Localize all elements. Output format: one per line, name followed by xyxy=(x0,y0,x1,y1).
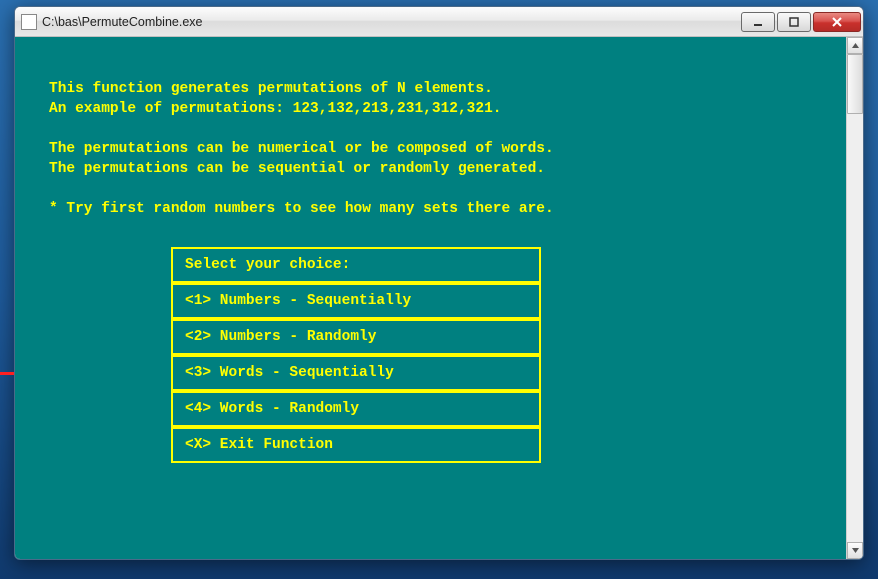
app-icon xyxy=(21,14,37,30)
menu-item-3[interactable]: <3> Words - Sequentially xyxy=(171,355,541,391)
maximize-button[interactable] xyxy=(777,12,811,32)
vertical-scrollbar[interactable] xyxy=(846,37,863,559)
window-controls xyxy=(741,12,861,32)
caret-indicator xyxy=(0,372,14,375)
choice-menu: Select your choice: <1> Numbers - Sequen… xyxy=(171,247,541,463)
content-area: This function generates permutations of … xyxy=(15,37,863,559)
scroll-down-button[interactable] xyxy=(847,542,863,559)
close-button[interactable] xyxy=(813,12,861,32)
menu-item-4[interactable]: <4> Words - Randomly xyxy=(171,391,541,427)
console-output: This function generates permutations of … xyxy=(15,37,846,559)
menu-item-exit[interactable]: <X> Exit Function xyxy=(171,427,541,463)
app-window: C:\bas\PermuteCombine.exe This function … xyxy=(14,6,864,560)
description-block-2: The permutations can be numerical or be … xyxy=(49,139,836,179)
window-title: C:\bas\PermuteCombine.exe xyxy=(42,15,741,29)
scroll-track[interactable] xyxy=(847,54,863,542)
menu-item-2[interactable]: <2> Numbers - Randomly xyxy=(171,319,541,355)
description-block-1: This function generates permutations of … xyxy=(49,79,836,119)
menu-item-1[interactable]: <1> Numbers - Sequentially xyxy=(171,283,541,319)
minimize-button[interactable] xyxy=(741,12,775,32)
tip-line: * Try first random numbers to see how ma… xyxy=(49,199,836,219)
menu-header: Select your choice: xyxy=(171,247,541,283)
scroll-thumb[interactable] xyxy=(847,54,863,114)
titlebar[interactable]: C:\bas\PermuteCombine.exe xyxy=(15,7,863,37)
scroll-up-button[interactable] xyxy=(847,37,863,54)
